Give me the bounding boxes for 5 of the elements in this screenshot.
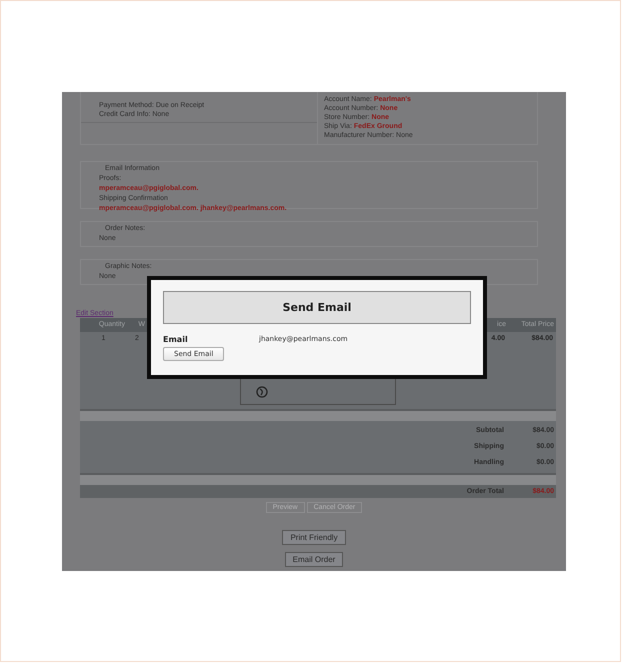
image-icon — [255, 384, 269, 398]
action-button[interactable]: Print Friendly — [282, 530, 346, 545]
field-label: Email — [163, 334, 189, 345]
action-button[interactable]: Email Order — [284, 552, 344, 567]
dialog-title: Send Email — [163, 291, 471, 324]
